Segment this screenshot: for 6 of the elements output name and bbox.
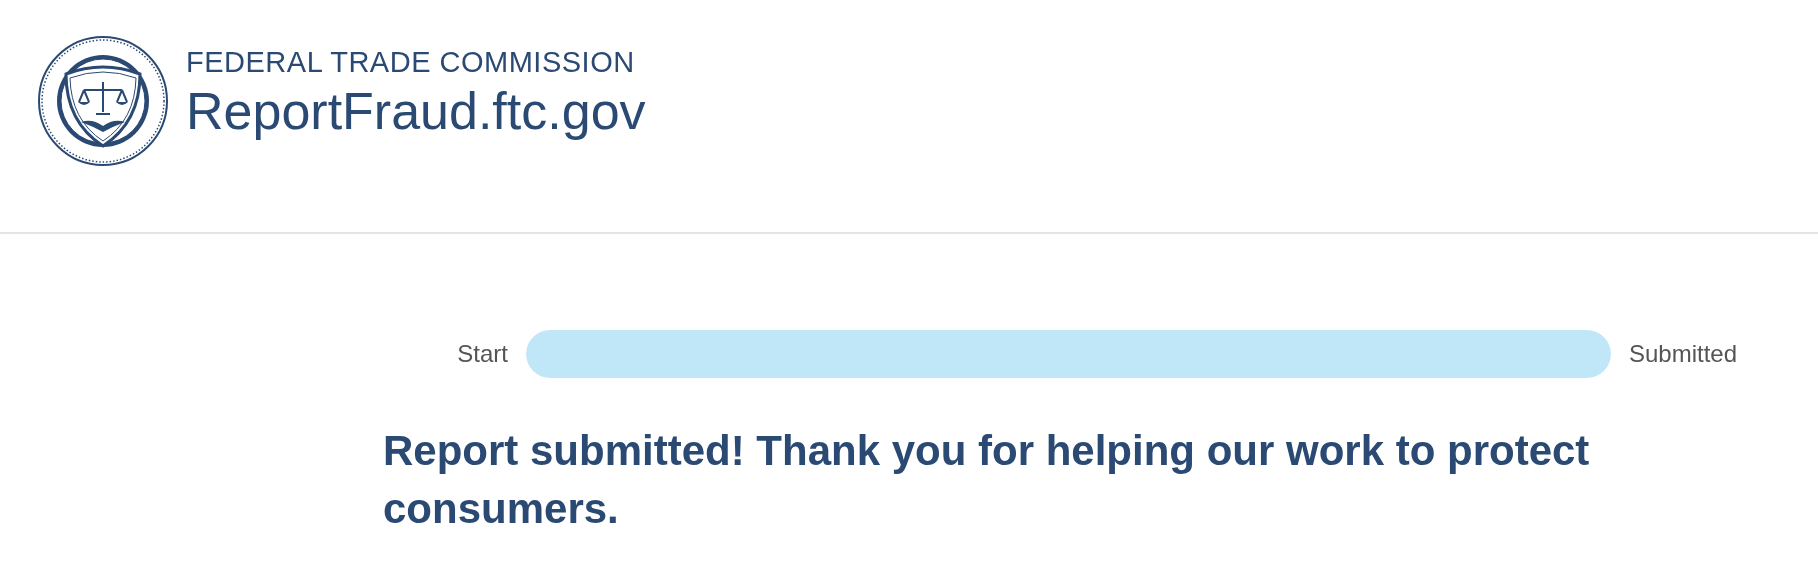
progress-start-label: Start (456, 339, 508, 369)
progress-end-label: Submitted (1629, 339, 1738, 369)
seal-icon (36, 34, 170, 168)
agency-name: FEDERAL TRADE COMMISSION (186, 45, 636, 80)
confirmation-message: Report submitted! Thank you for helping our work to protect consumers. (383, 426, 1591, 534)
site-name: ReportFraud.ftc.gov (186, 81, 646, 142)
